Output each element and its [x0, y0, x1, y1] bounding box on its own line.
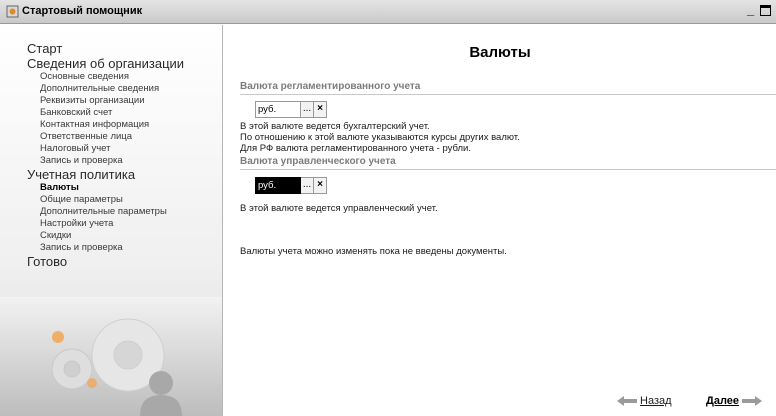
small-gear-icon	[51, 348, 93, 390]
sidebar-item-responsible-persons[interactable]: Ответственные лица	[40, 131, 184, 143]
footer-note: Валюты учета можно изменять пока не введ…	[240, 246, 507, 257]
window-title: Стартовый помощник	[22, 5, 143, 17]
sidebar-item-org-details[interactable]: Реквизиты организации	[40, 95, 184, 107]
main-content: Валюты Валюта регламентированного учета …	[224, 25, 776, 416]
sidebar-item-discounts[interactable]: Скидки	[40, 230, 184, 242]
sidebar-item-start[interactable]: Старт	[27, 41, 184, 56]
arrow-right-icon	[742, 396, 763, 406]
regulated-note-3: Для РФ валюта регламентированного учета …	[240, 143, 471, 154]
next-button[interactable]: Далее	[706, 395, 763, 407]
sidebar-item-bank-account[interactable]: Банковский счет	[40, 107, 184, 119]
management-currency-input[interactable]: руб.	[255, 177, 301, 194]
sidebar-nav: Старт Сведения об организации Основные с…	[27, 41, 184, 269]
management-currency-clear-button[interactable]: ×	[314, 177, 327, 194]
regulated-currency-field: руб. ... ×	[255, 101, 331, 118]
page-title: Валюты	[469, 44, 531, 61]
arrow-left-icon	[617, 396, 637, 406]
sidebar-item-org-info[interactable]: Сведения об организации	[27, 56, 184, 71]
sidebar-item-general-params[interactable]: Общие параметры	[40, 194, 184, 206]
regulated-currency-select-button[interactable]: ...	[301, 101, 314, 118]
back-button[interactable]: Назад	[617, 395, 672, 407]
regulated-note-2: По отношению к этой валюте указываются к…	[240, 132, 520, 143]
management-currency-select-button[interactable]: ...	[301, 177, 314, 194]
sidebar-item-basic-info[interactable]: Основные сведения	[40, 71, 184, 83]
section-title-management: Валюта управленческого учета	[240, 156, 396, 167]
app-icon	[6, 5, 19, 18]
sidebar: Старт Сведения об организации Основные с…	[0, 25, 223, 416]
section-title-regulated: Валюта регламентированного учета	[240, 81, 421, 92]
management-currency-field: руб. ... ×	[255, 177, 331, 194]
minimize-button[interactable]: _	[747, 2, 754, 17]
sidebar-item-contact-info[interactable]: Контактная информация	[40, 119, 184, 131]
decorative-gears-illustration	[0, 297, 222, 416]
sidebar-item-additional-info[interactable]: Дополнительные сведения	[40, 83, 184, 95]
sidebar-item-save-check-2[interactable]: Запись и проверка	[40, 242, 184, 254]
regulated-note-1: В этой валюте ведется бухгалтерский учет…	[240, 121, 430, 132]
sidebar-item-done[interactable]: Готово	[27, 254, 184, 269]
sidebar-item-accounting-policy[interactable]: Учетная политика	[27, 167, 184, 182]
sidebar-item-tax-accounting[interactable]: Налоговый учет	[40, 143, 184, 155]
title-bar: Стартовый помощник _	[0, 0, 776, 24]
maximize-button[interactable]	[760, 5, 771, 16]
sidebar-item-currencies[interactable]: Валюты	[40, 182, 184, 194]
sidebar-item-save-check-1[interactable]: Запись и проверка	[40, 155, 184, 167]
regulated-currency-clear-button[interactable]: ×	[314, 101, 327, 118]
back-button-label: Назад	[640, 395, 672, 407]
section-divider	[240, 169, 776, 170]
sidebar-item-additional-params[interactable]: Дополнительные параметры	[40, 206, 184, 218]
sidebar-item-accounting-settings[interactable]: Настройки учета	[40, 218, 184, 230]
next-button-label: Далее	[706, 395, 740, 407]
regulated-currency-input[interactable]: руб.	[255, 101, 301, 118]
management-note-1: В этой валюте ведется управленческий уче…	[240, 203, 438, 214]
section-divider	[240, 94, 776, 95]
